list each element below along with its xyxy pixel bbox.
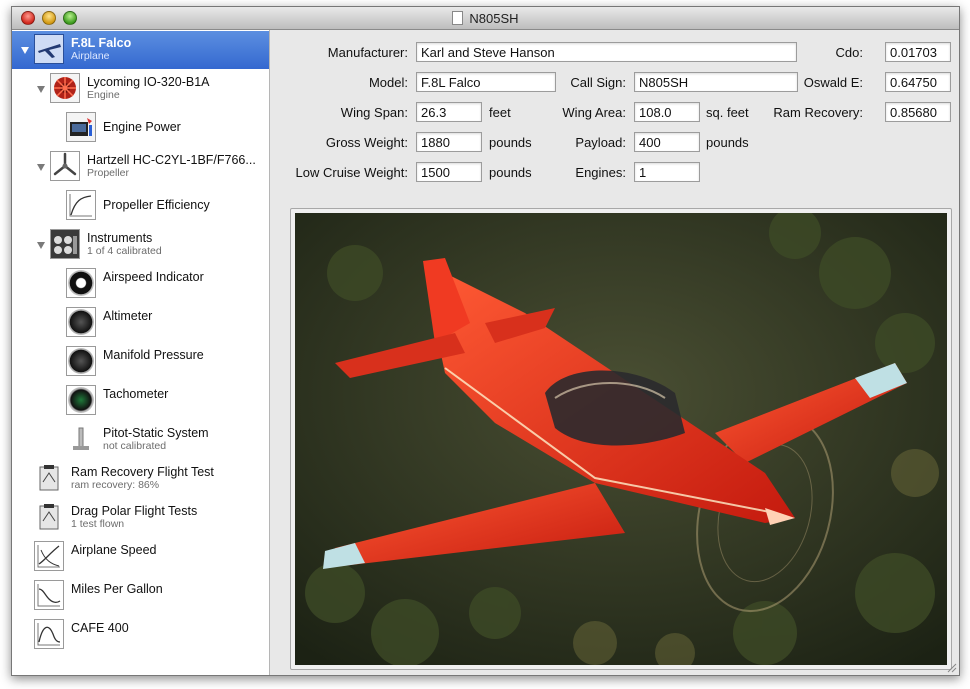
sidebar-item-drag-polar-tests[interactable]: Drag Polar Flight Tests 1 test flown (12, 499, 269, 537)
sidebar-item-propeller[interactable]: Hartzell HC-C2YL-1BF/F766... Propeller (12, 148, 269, 186)
sidebar-item-subtitle: ram recovery: 86% (71, 479, 160, 491)
wing-area-unit: sq. feet (706, 105, 749, 120)
tachometer-gauge-icon (66, 385, 96, 415)
wing-span-label: Wing Span: (340, 105, 408, 120)
sidebar-item-label: Instruments (87, 231, 153, 245)
sidebar-item-airplane-speed[interactable]: Airplane Speed (12, 538, 269, 576)
manifold-gauge-icon (66, 346, 96, 376)
sidebar-item-label: Manifold Pressure (103, 348, 204, 362)
disclosure-triangle[interactable] (37, 164, 45, 171)
sidebar-item-subtitle: 1 of 4 calibrated (87, 245, 162, 257)
call-sign-label: Call Sign: (570, 75, 626, 90)
sidebar-item-cafe-400[interactable]: CAFE 400 (12, 616, 269, 654)
sidebar-item-subtitle: Airplane (71, 50, 110, 62)
sidebar-item-label: Hartzell HC-C2YL-1BF/F766... (87, 153, 256, 167)
cdo-label: Cdo: (835, 45, 863, 60)
sidebar-item-instruments[interactable]: Instruments 1 of 4 calibrated (12, 226, 269, 264)
sidebar-item-manifold-pressure[interactable]: Manifold Pressure (12, 343, 269, 381)
speed-curve-icon (34, 541, 64, 571)
model-field[interactable] (416, 72, 556, 92)
detail-pane: Manufacturer: Cdo: Model: Call Sign: Osw… (270, 30, 959, 675)
sidebar-item-label: Airspeed Indicator (103, 270, 204, 284)
gross-weight-field[interactable] (416, 132, 482, 152)
call-sign-field[interactable] (634, 72, 798, 92)
sidebar-item-subtitle: 1 test flown (71, 518, 125, 530)
sidebar-item-label: Miles Per Gallon (71, 582, 163, 596)
wing-span-unit: feet (489, 105, 511, 120)
low-cruise-weight-field[interactable] (416, 162, 482, 182)
efficiency-curve-icon (66, 190, 96, 220)
engine-power-icon (66, 112, 96, 142)
sidebar-item-label: CAFE 400 (71, 621, 129, 635)
cdo-field[interactable] (885, 42, 951, 62)
clipboard-icon (34, 463, 64, 493)
ram-recovery-label: Ram Recovery: (773, 105, 863, 120)
disclosure-triangle[interactable] (37, 242, 45, 249)
sidebar-item-altimeter[interactable]: Altimeter (12, 304, 269, 342)
sidebar-item-subtitle: Propeller (87, 167, 130, 179)
pitot-tube-icon (66, 424, 96, 454)
payload-field[interactable] (634, 132, 700, 152)
sidebar: F.8L Falco Airplane Lycoming IO-320-B1A … (12, 30, 270, 675)
manufacturer-label: Manufacturer: (327, 45, 408, 60)
window-title-text: N805SH (469, 11, 519, 26)
mpg-curve-icon (34, 580, 64, 610)
sidebar-item-propeller-efficiency[interactable]: Propeller Efficiency (12, 187, 269, 225)
instrument-panel-icon (50, 229, 80, 259)
sidebar-item-tachometer[interactable]: Tachometer (12, 382, 269, 420)
sidebar-item-label: Ram Recovery Flight Test (71, 465, 214, 479)
engines-field[interactable] (634, 162, 700, 182)
sidebar-item-ram-recovery-test[interactable]: Ram Recovery Flight Test ram recovery: 8… (12, 460, 269, 498)
sidebar-item-label: Engine Power (103, 120, 181, 134)
propeller-icon (50, 151, 80, 181)
wing-area-field[interactable] (634, 102, 700, 122)
app-window: N805SH F.8L Falco Airplane Lycoming IO-3… (11, 6, 960, 676)
sidebar-item-label: Airplane Speed (71, 543, 157, 557)
sidebar-item-label: Propeller Efficiency (103, 198, 210, 212)
wing-area-label: Wing Area: (562, 105, 626, 120)
cafe-curve-icon (34, 619, 64, 649)
sidebar-item-airspeed-indicator[interactable]: Airspeed Indicator (12, 265, 269, 303)
sidebar-item-label: Pitot-Static System (103, 426, 209, 440)
sidebar-item-pitot-static[interactable]: Pitot-Static System not calibrated (12, 421, 269, 459)
sidebar-item-label: Altimeter (103, 309, 153, 323)
airplane-photo (295, 213, 947, 665)
low-cruise-weight-label: Low Cruise Weight: (295, 165, 408, 180)
engines-label: Engines: (575, 165, 626, 180)
gross-weight-label: Gross Weight: (325, 135, 408, 150)
title-bar[interactable]: N805SH (12, 7, 959, 30)
airplane-photo-graphic (295, 213, 947, 665)
disclosure-triangle[interactable] (37, 86, 45, 93)
airplane-photo-well[interactable] (290, 208, 952, 670)
sidebar-item-subtitle: not calibrated (103, 440, 167, 452)
gross-weight-unit: pounds (489, 135, 532, 150)
sidebar-item-label: Tachometer (103, 387, 169, 401)
sidebar-item-subtitle: Engine (87, 89, 120, 101)
payload-unit: pounds (706, 135, 749, 150)
wing-span-field[interactable] (416, 102, 482, 122)
sidebar-item-label: F.8L Falco (71, 36, 132, 50)
disclosure-triangle[interactable] (21, 47, 29, 54)
sidebar-item-engine[interactable]: Lycoming IO-320-B1A Engine (12, 70, 269, 108)
oswald-label: Oswald E: (803, 75, 863, 90)
ram-recovery-field[interactable] (885, 102, 951, 122)
clipboard-icon (34, 502, 64, 532)
document-icon (452, 11, 464, 25)
resize-grip-icon[interactable] (945, 661, 957, 673)
altimeter-gauge-icon (66, 307, 96, 337)
airspeed-gauge-icon (66, 268, 96, 298)
manufacturer-field[interactable] (416, 42, 797, 62)
airplane-icon (34, 34, 64, 64)
sidebar-item-falco[interactable]: F.8L Falco Airplane (12, 31, 269, 69)
model-label: Model: (368, 75, 408, 90)
payload-label: Payload: (575, 135, 626, 150)
low-cruise-weight-unit: pounds (489, 165, 532, 180)
oswald-field[interactable] (885, 72, 951, 92)
sidebar-item-engine-power[interactable]: Engine Power (12, 109, 269, 147)
sidebar-item-label: Lycoming IO-320-B1A (87, 75, 210, 89)
engine-icon (50, 73, 80, 103)
sidebar-item-miles-per-gallon[interactable]: Miles Per Gallon (12, 577, 269, 615)
sidebar-item-label: Drag Polar Flight Tests (71, 504, 198, 518)
window-title: N805SH (12, 11, 959, 26)
